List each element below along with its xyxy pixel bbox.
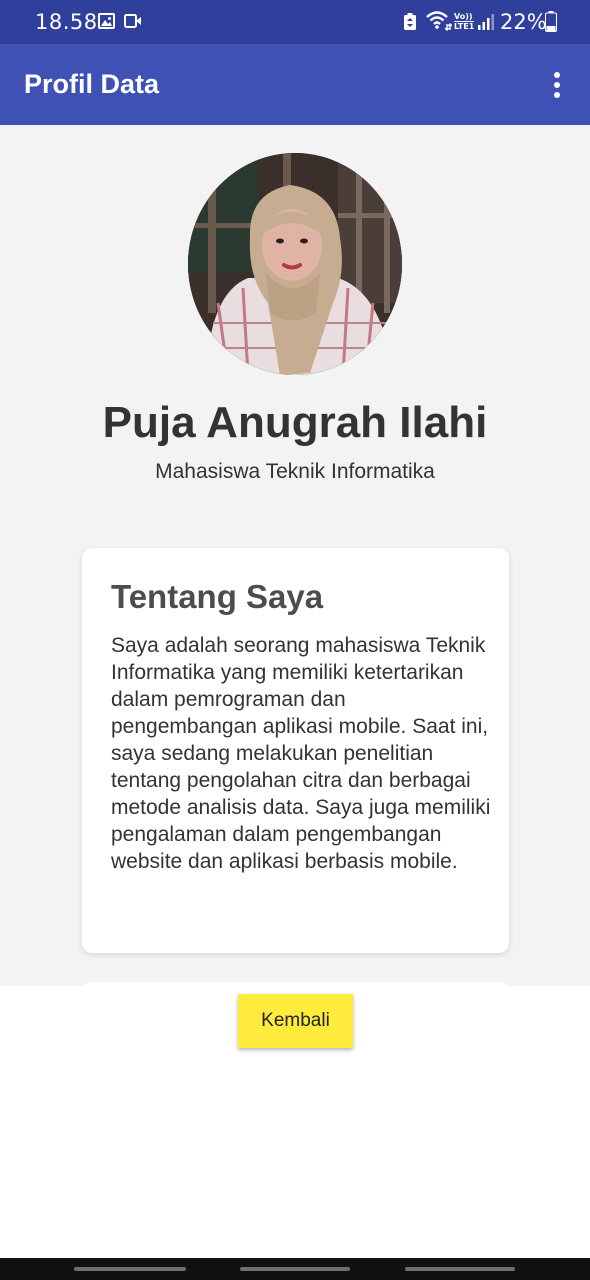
- nav-recents-handle[interactable]: [74, 1267, 186, 1271]
- app-bar: Profil Data: [0, 44, 590, 125]
- profile-name: Puja Anugrah Ilahi: [102, 398, 488, 447]
- wifi-icon: [426, 11, 453, 31]
- about-body: Saya adalah seorang mahasiswa Teknik Inf…: [111, 634, 491, 873]
- gallery-icon: [98, 13, 115, 29]
- profile-content[interactable]: Puja Anugrah Ilahi Mahasiswa Teknik Info…: [0, 125, 590, 986]
- profile-role: Mahasiswa Teknik Informatika: [155, 460, 435, 483]
- next-card: [82, 982, 509, 986]
- status-time: 18.58: [35, 10, 98, 34]
- battery-percentage: 22%: [500, 10, 547, 34]
- app-title: Profil Data: [24, 69, 160, 99]
- battery-icon: [545, 11, 557, 32]
- nav-home-handle[interactable]: [240, 1267, 350, 1271]
- status-bar: 18.58 Vo)) LTE1 22%: [0, 0, 590, 44]
- avatar-photo: [188, 153, 402, 375]
- system-nav-bar: [0, 1258, 590, 1280]
- volte-icon: Vo)) LTE1: [454, 12, 475, 31]
- nav-back-handle[interactable]: [405, 1267, 515, 1271]
- about-title: Tentang Saya: [111, 578, 324, 615]
- more-vert-icon[interactable]: [545, 68, 569, 102]
- battery-saver-icon: [404, 13, 416, 30]
- about-card: Tentang Saya Saya adalah seorang mahasis…: [82, 548, 509, 953]
- signal-icon: [478, 13, 494, 30]
- back-button[interactable]: Kembali: [238, 994, 353, 1048]
- profile-avatar: [188, 153, 402, 375]
- volte-top-label: Vo)): [454, 12, 473, 21]
- volte-bottom-label: LTE1: [454, 21, 475, 31]
- video-icon: [124, 13, 142, 29]
